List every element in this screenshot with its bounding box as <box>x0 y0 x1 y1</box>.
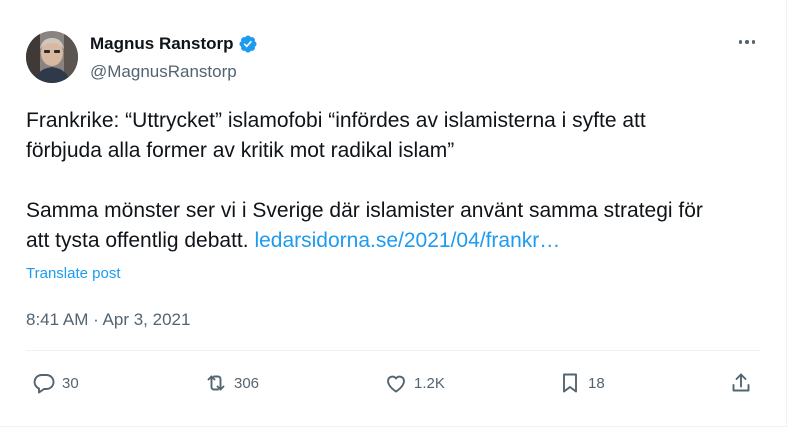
post-paragraph-2: Samma mönster ser vi i Sverige där islam… <box>26 196 726 256</box>
action-bar: 30 306 1.2K 18 <box>32 368 762 398</box>
like-count: 1.2K <box>414 374 445 392</box>
share-icon <box>732 373 750 392</box>
like-icon <box>387 375 405 393</box>
author-name-row[interactable]: Magnus Ranstorp <box>90 34 258 54</box>
reply-button[interactable]: 30 <box>32 368 79 398</box>
translate-post-link[interactable]: Translate post <box>26 265 121 282</box>
avatar[interactable] <box>26 31 78 83</box>
reply-count: 30 <box>62 374 79 392</box>
share-button[interactable] <box>729 368 753 398</box>
repost-count: 306 <box>234 374 260 392</box>
repost-button[interactable]: 306 <box>204 368 259 398</box>
post-paragraph-1: Frankrike: “Uttrycket” islamofobi “inför… <box>26 109 646 162</box>
verified-badge-icon <box>239 35 257 53</box>
bookmark-count: 18 <box>588 374 605 392</box>
post-link[interactable]: ledarsidorna.se/2021/04/frankr… <box>254 229 560 252</box>
like-button[interactable]: 1.2K <box>384 368 445 398</box>
post-text: Frankrike: “Uttrycket” islamofobi “inför… <box>26 106 726 256</box>
author-handle[interactable]: @MagnusRanstorp <box>90 62 237 82</box>
repost-icon <box>207 375 225 391</box>
divider <box>26 350 760 351</box>
bookmark-button[interactable]: 18 <box>558 368 605 398</box>
post-timestamp[interactable]: 8:41 AM · Apr 3, 2021 <box>26 310 190 330</box>
reply-icon <box>33 374 55 394</box>
more-icon[interactable] <box>732 32 762 52</box>
bookmark-icon <box>563 373 577 393</box>
author-name[interactable]: Magnus Ranstorp <box>90 34 234 54</box>
tweet-card: Magnus Ranstorp @MagnusRanstorp Frankrik… <box>0 0 787 427</box>
